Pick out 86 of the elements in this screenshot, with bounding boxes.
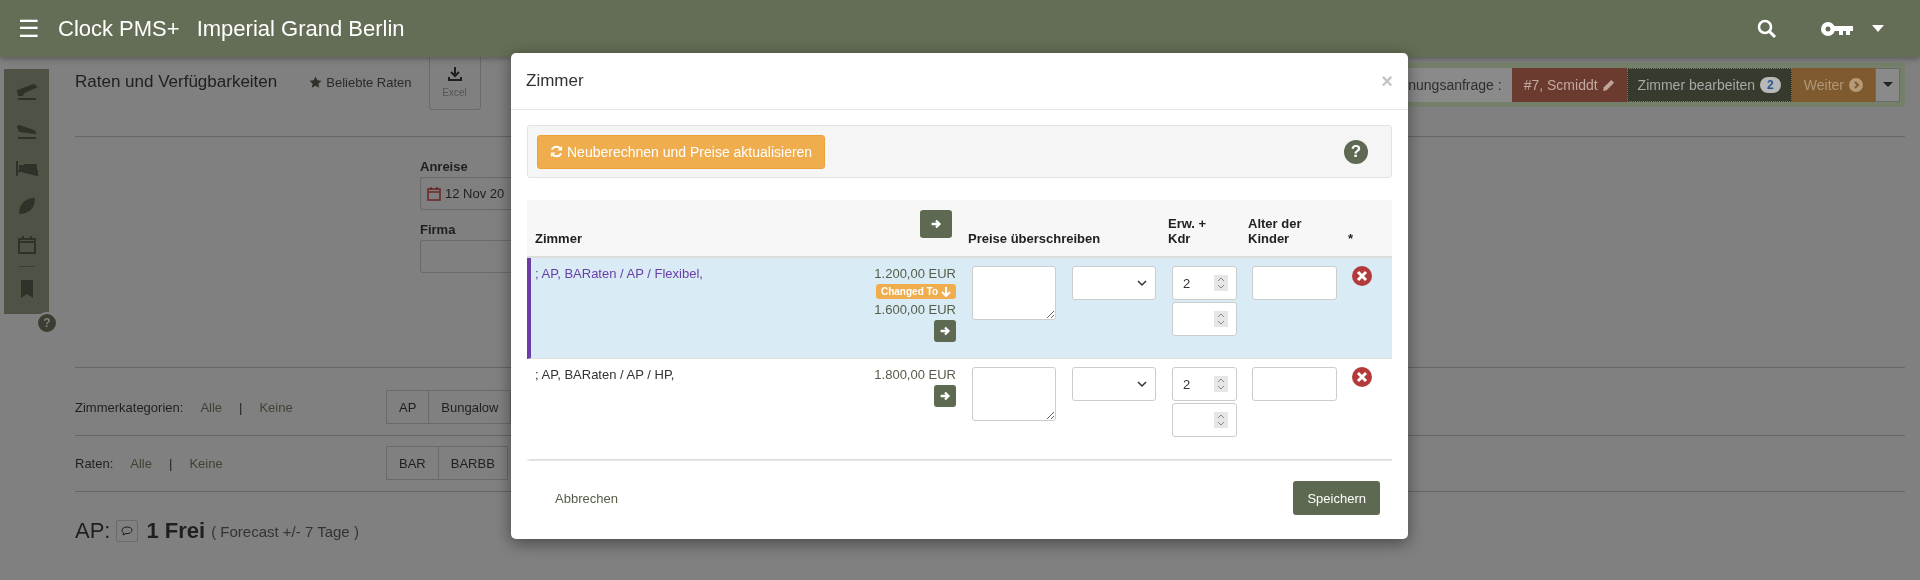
help-badge[interactable]: ? bbox=[36, 312, 58, 334]
children-field[interactable] bbox=[1172, 403, 1237, 437]
room-rate-name: ; AP, BARaten / AP / HP, bbox=[535, 367, 675, 384]
menu-button[interactable]: ☰ bbox=[18, 14, 40, 43]
spinner-icon bbox=[1214, 376, 1228, 392]
edit-rooms-button[interactable]: Zimmer bearbeiten 2 bbox=[1626, 68, 1792, 102]
select-field[interactable] bbox=[1072, 266, 1156, 300]
select-field[interactable] bbox=[1072, 367, 1156, 401]
select-none-link[interactable]: Keine bbox=[189, 455, 223, 471]
app-title: Clock PMS+ bbox=[58, 15, 180, 42]
room-count-badge: 2 bbox=[1760, 77, 1781, 93]
select-none-link[interactable]: Keine bbox=[259, 399, 293, 415]
next-button[interactable]: Weiter bbox=[1791, 68, 1875, 102]
child-ages-field[interactable] bbox=[1252, 266, 1337, 300]
caret-icon bbox=[1882, 82, 1893, 88]
free-count: 1 Frei bbox=[146, 518, 206, 544]
separator-text: | bbox=[239, 399, 243, 415]
favorite-rates-link[interactable]: Beliebte Raten bbox=[309, 74, 412, 90]
room-rate-name: ; AP, BARaten / AP / Flexibel, bbox=[535, 266, 703, 283]
arrow-right-icon bbox=[929, 217, 943, 231]
separator-text: | bbox=[169, 455, 173, 471]
adults-field[interactable]: 2 bbox=[1172, 266, 1237, 300]
filter-toggle[interactable]: BAR bbox=[386, 446, 439, 480]
bed-icon[interactable] bbox=[15, 159, 38, 177]
filter-toggle[interactable]: BARBB bbox=[438, 446, 508, 480]
adults-field[interactable]: 2 bbox=[1172, 367, 1237, 401]
select-all-link[interactable]: Alle bbox=[130, 455, 152, 471]
column-header: * bbox=[1348, 231, 1354, 246]
calendar-icon[interactable] bbox=[16, 235, 37, 255]
child-ages-field[interactable] bbox=[1252, 367, 1337, 401]
star-icon bbox=[309, 75, 323, 89]
refresh-icon bbox=[550, 145, 563, 158]
filter-label: Zimmerkategorien: bbox=[75, 399, 184, 415]
room-row[interactable]: ; AP, BARaten / AP / HP, 1.800,00 EUR 2 bbox=[527, 359, 1392, 460]
hotel-name: Imperial Grand Berlin bbox=[196, 15, 405, 42]
spinner-icon bbox=[1214, 275, 1228, 291]
select-all-link[interactable]: Alle bbox=[200, 399, 223, 415]
room-row[interactable]: ; AP, BARaten / AP / Flexibel, 1.200,00 EUR Changed To 1.600,00 EUR 2 bbox=[527, 258, 1392, 359]
help-icon[interactable]: ? bbox=[1344, 139, 1368, 164]
arrow-down-icon bbox=[941, 286, 951, 297]
new-price-text: 1.600,00 EUR bbox=[874, 302, 956, 317]
category-heading: AP: bbox=[75, 518, 111, 544]
price-override-field[interactable] bbox=[972, 266, 1056, 320]
column-header: Erw. + Kdr bbox=[1168, 216, 1208, 246]
spinner-icon bbox=[1214, 311, 1228, 327]
column-header: Alter der Kinder bbox=[1248, 216, 1303, 246]
comment-button[interactable] bbox=[116, 520, 139, 542]
pencil-icon bbox=[1601, 78, 1615, 92]
leaf-icon[interactable] bbox=[16, 196, 37, 216]
filter-label: Raten: bbox=[75, 455, 114, 471]
apply-arrow-button[interactable] bbox=[920, 210, 952, 238]
page-title: Raten und Verfügbarkeiten bbox=[75, 72, 278, 92]
column-header: Preise überschreiben bbox=[968, 231, 1101, 246]
children-field[interactable] bbox=[1172, 302, 1237, 336]
chevron-down-icon bbox=[1137, 380, 1147, 388]
dropdown-button[interactable] bbox=[1875, 68, 1900, 102]
caret-icon[interactable] bbox=[1872, 24, 1884, 33]
column-header: Zimmer bbox=[535, 231, 582, 246]
calendar-icon bbox=[427, 186, 441, 201]
spinner-icon bbox=[1214, 412, 1228, 428]
arrow-right-icon bbox=[938, 324, 952, 338]
arrow-right-icon bbox=[938, 389, 952, 403]
key-icon[interactable] bbox=[1820, 19, 1854, 38]
save-button[interactable]: Speichern bbox=[1293, 481, 1380, 515]
guest-button[interactable]: #7, Scmiddt bbox=[1511, 68, 1627, 102]
dialog-title: Zimmer bbox=[526, 71, 584, 91]
price-text: 1.200,00 EUR bbox=[874, 266, 956, 281]
arrival-label: Anreise bbox=[420, 159, 469, 174]
chevron-down-icon bbox=[1137, 279, 1147, 287]
search-icon[interactable] bbox=[1756, 17, 1778, 40]
forecast-note: ( Forecast +/- 7 Tage ) bbox=[211, 522, 359, 540]
plane-icon[interactable] bbox=[15, 81, 38, 101]
arrival-date-field[interactable]: 12 Nov 20 bbox=[420, 177, 511, 210]
price-override-field[interactable] bbox=[972, 367, 1056, 421]
remove-icon[interactable] bbox=[1352, 367, 1372, 387]
arrow-circle-icon bbox=[1849, 78, 1863, 92]
cancel-button[interactable]: Abbrechen bbox=[555, 490, 618, 506]
filter-toggle[interactable]: AP bbox=[386, 390, 430, 424]
price-text: 1.800,00 EUR bbox=[874, 367, 956, 382]
download-icon bbox=[447, 66, 462, 81]
changed-badge: Changed To bbox=[875, 284, 956, 299]
apply-arrow-button[interactable] bbox=[934, 320, 956, 342]
apply-arrow-button[interactable] bbox=[934, 385, 956, 407]
remove-icon[interactable] bbox=[1352, 266, 1372, 286]
speech-bubble-icon bbox=[121, 526, 134, 536]
company-label: Firma bbox=[420, 222, 457, 237]
